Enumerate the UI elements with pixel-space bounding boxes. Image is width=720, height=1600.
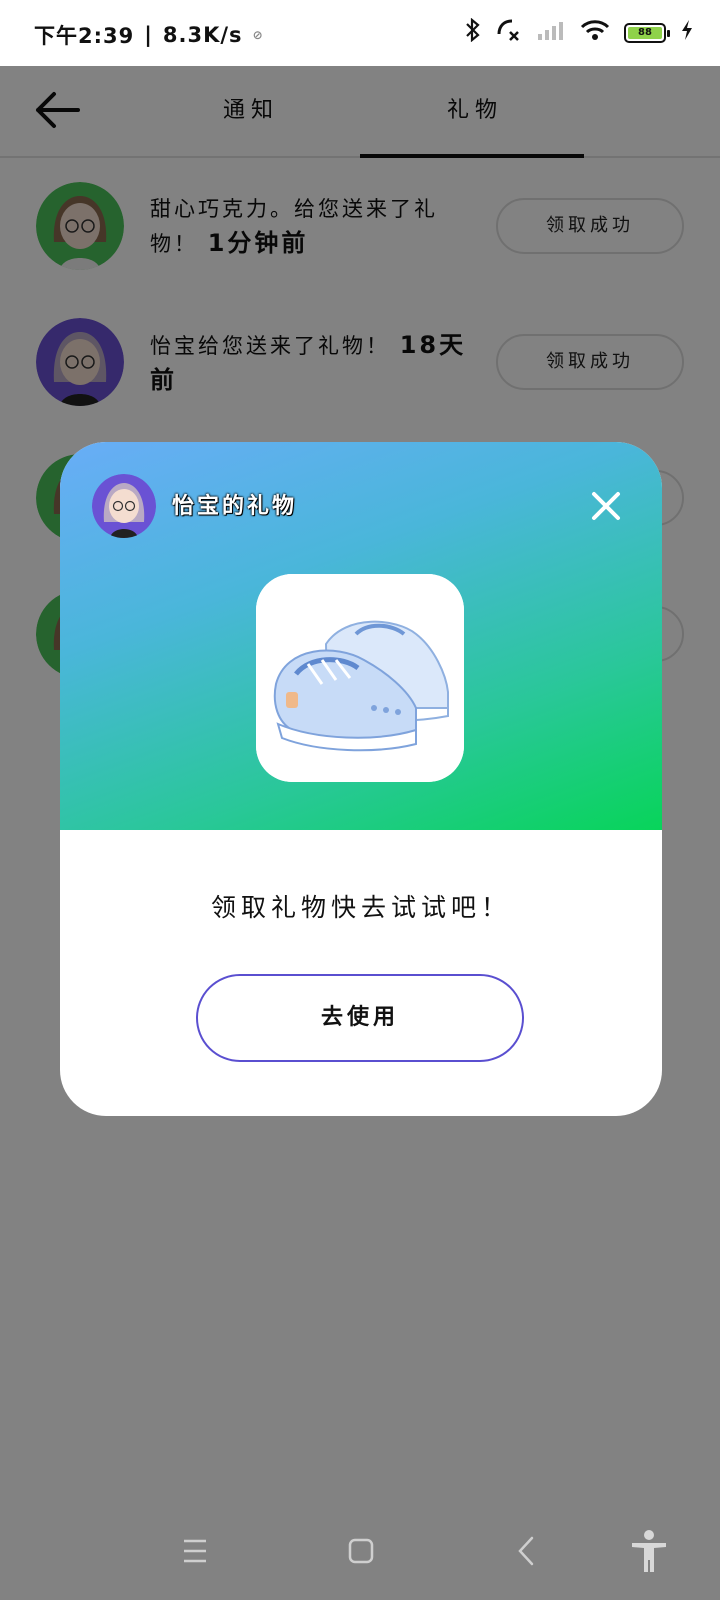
battery-icon: 88 xyxy=(624,22,670,43)
status-separator: | xyxy=(144,23,153,47)
sneakers-icon xyxy=(256,574,464,782)
bluetooth-icon xyxy=(464,17,482,47)
wifi-icon xyxy=(580,19,610,46)
status-left: 下午2:39 | 8.3K/s ⊘ xyxy=(34,20,264,50)
status-net-speed: 8.3K/s xyxy=(162,23,243,47)
charging-icon xyxy=(680,19,694,46)
system-nav-bar xyxy=(0,1500,720,1600)
modal-header: 怡宝的礼物 xyxy=(60,442,662,830)
back-icon xyxy=(518,1536,534,1566)
home-button[interactable] xyxy=(336,1526,386,1576)
system-back-button[interactable] xyxy=(502,1526,552,1576)
menu-button[interactable] xyxy=(170,1526,220,1576)
sender-avatar xyxy=(92,474,156,538)
gift-modal: 怡宝的礼物 领取礼物快去试试吧！ 去使用 xyxy=(60,442,662,1116)
status-bar: 下午2:39 | 8.3K/s ⊘ 88 xyxy=(0,0,720,66)
gift-image xyxy=(256,574,464,782)
call-forward-icon xyxy=(496,18,522,47)
notification-icon: ⊘ xyxy=(252,28,264,42)
status-time: 下午2:39 xyxy=(34,24,135,48)
modal-title: 怡宝的礼物 xyxy=(172,494,298,519)
accessibility-button[interactable] xyxy=(624,1526,674,1576)
close-button[interactable] xyxy=(582,482,630,530)
home-icon xyxy=(348,1538,374,1564)
status-right: 88 xyxy=(464,17,694,47)
modal-message: 领取礼物快去试试吧！ xyxy=(210,893,511,922)
signal-icon xyxy=(536,19,566,46)
use-gift-button[interactable]: 去使用 xyxy=(196,974,524,1062)
menu-icon xyxy=(184,1539,206,1563)
battery-level: 88 xyxy=(628,26,662,39)
close-icon xyxy=(592,492,620,520)
accessibility-icon xyxy=(632,1530,666,1572)
